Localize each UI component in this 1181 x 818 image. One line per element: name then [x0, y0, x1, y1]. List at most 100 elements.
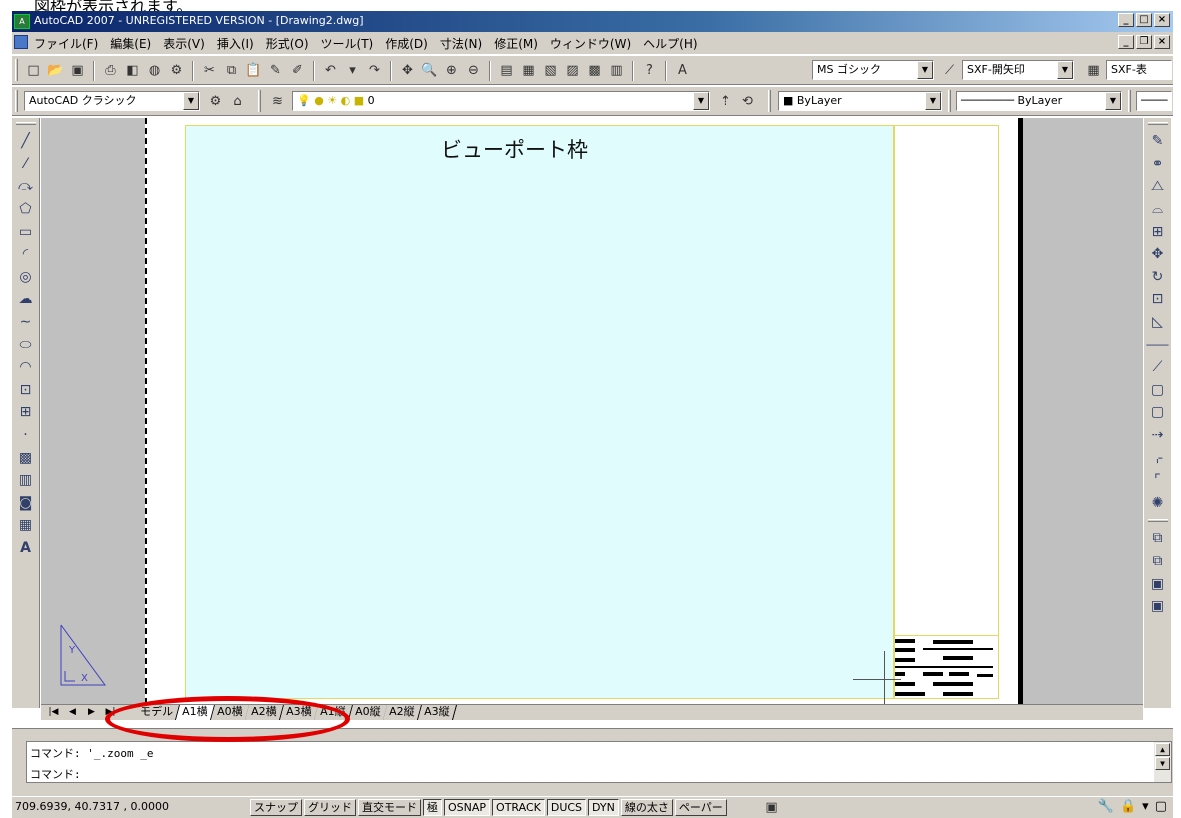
- doc-minimize-button[interactable]: _: [1118, 35, 1134, 49]
- lineweight-select[interactable]: ────: [1136, 91, 1172, 111]
- ducs-toggle[interactable]: DUCS: [546, 799, 587, 816]
- zoom-realtime-icon[interactable]: 🔍: [420, 61, 439, 80]
- construction-line-icon[interactable]: ⁄: [16, 154, 36, 175]
- save-workspace-icon[interactable]: ⌂: [228, 92, 247, 111]
- close-button[interactable]: ×: [1154, 13, 1170, 27]
- draw-order-back-icon[interactable]: ⧉: [1148, 551, 1168, 572]
- copy-icon[interactable]: ⧉: [222, 61, 241, 80]
- lineweight-toggle[interactable]: 線の太さ: [620, 799, 673, 816]
- sheet-set-icon[interactable]: ▨: [563, 61, 582, 80]
- ellipse-arc-icon[interactable]: ◠: [16, 357, 36, 378]
- table-style-icon[interactable]: ▦: [1084, 61, 1103, 80]
- plot-icon[interactable]: ⎙: [101, 61, 120, 80]
- scroll-up-icon[interactable]: ▲: [1155, 743, 1170, 756]
- dim-style-icon[interactable]: ⟋: [940, 61, 959, 80]
- paper-model-toggle[interactable]: ペーパー: [674, 799, 727, 816]
- chevron-down-icon[interactable]: ▼: [1105, 92, 1121, 110]
- menu-insert[interactable]: 挿入(I): [217, 35, 254, 52]
- dyn-toggle[interactable]: DYN: [588, 799, 619, 816]
- break-icon[interactable]: ▢: [1148, 402, 1168, 423]
- break-at-point-icon[interactable]: ▢: [1148, 380, 1168, 401]
- undo-dropdown-icon[interactable]: ▾: [343, 61, 362, 80]
- dim-style-select[interactable]: SXF-開矢印 ▼: [962, 60, 1074, 80]
- plot-preview-icon[interactable]: ◧: [123, 61, 142, 80]
- menu-file[interactable]: ファイル(F): [34, 35, 98, 52]
- array-icon[interactable]: ⊞: [1148, 221, 1168, 242]
- extend-icon[interactable]: ⟋: [1148, 357, 1168, 378]
- undo-icon[interactable]: ↶: [321, 61, 340, 80]
- coordinate-readout[interactable]: 709.6939, 40.7317 , 0.0000: [12, 800, 244, 813]
- stretch-icon[interactable]: ◺: [1148, 312, 1168, 333]
- toolbar-grip[interactable]: [15, 90, 18, 112]
- scale-icon[interactable]: ⊡: [1148, 289, 1168, 310]
- tab-a0-portrait[interactable]: A0縦: [348, 705, 388, 720]
- next-tab-icon[interactable]: ▶: [83, 706, 100, 719]
- color-select[interactable]: ■ ByLayer ▼: [778, 91, 942, 111]
- copy-object-icon[interactable]: ⚭: [1148, 154, 1168, 175]
- menu-edit[interactable]: 編集(E): [110, 35, 151, 52]
- ellipse-icon[interactable]: ⬭: [16, 334, 36, 355]
- design-center-icon[interactable]: ▦: [519, 61, 538, 80]
- table-style-select[interactable]: SXF-表: [1106, 60, 1172, 80]
- chevron-down-icon[interactable]: ▼: [1057, 61, 1073, 79]
- redo-icon[interactable]: ↷: [365, 61, 384, 80]
- menu-modify[interactable]: 修正(M): [494, 35, 538, 52]
- polygon-icon[interactable]: ⬠: [16, 199, 36, 220]
- menu-draw[interactable]: 作成(D): [385, 35, 428, 52]
- circle-icon[interactable]: ◎: [16, 267, 36, 288]
- rectangle-icon[interactable]: ▭: [16, 221, 36, 242]
- draw-order-under-icon[interactable]: ▣: [1148, 596, 1168, 617]
- make-block-icon[interactable]: ⊞: [16, 402, 36, 423]
- document-icon[interactable]: [14, 35, 28, 49]
- maximize-viewport-icon[interactable]: ▣: [762, 798, 781, 817]
- chevron-down-icon[interactable]: ▼: [917, 61, 933, 79]
- block-editor-icon[interactable]: ✐: [288, 61, 307, 80]
- clean-screen-icon[interactable]: ▢: [1155, 799, 1167, 814]
- tab-a2-portrait[interactable]: A2縦: [383, 705, 422, 720]
- cut-icon[interactable]: ✂: [200, 61, 219, 80]
- command-history[interactable]: コマンド: '_.zoom _e コマンド: ▲ ▼: [26, 741, 1172, 783]
- scroll-down-icon[interactable]: ▼: [1155, 757, 1170, 770]
- point-icon[interactable]: ·: [16, 425, 36, 446]
- paste-icon[interactable]: 📋: [244, 61, 263, 80]
- mirror-icon[interactable]: ⧍: [1148, 176, 1168, 197]
- join-icon[interactable]: ⇢: [1148, 425, 1168, 446]
- text-style-select[interactable]: MS ゴシック ▼: [812, 60, 934, 80]
- doc-close-button[interactable]: ×: [1154, 35, 1170, 49]
- new-icon[interactable]: □: [24, 61, 43, 80]
- linetype-select[interactable]: ──────── ByLayer ▼: [956, 91, 1122, 111]
- table-icon[interactable]: ▦: [16, 515, 36, 536]
- workspace-select[interactable]: AutoCAD クラシック ▼: [24, 91, 200, 111]
- snap-toggle[interactable]: スナップ: [250, 799, 302, 816]
- menu-tools[interactable]: ツール(T): [321, 35, 374, 52]
- maximize-button[interactable]: □: [1136, 13, 1152, 27]
- insert-block-icon[interactable]: ⊡: [16, 380, 36, 401]
- communication-center-icon[interactable]: 🔧: [1098, 799, 1114, 814]
- lock-icon[interactable]: 🔒: [1120, 799, 1136, 814]
- trim-icon[interactable]: ⸺: [1146, 334, 1169, 355]
- markup-icon[interactable]: ▩: [585, 61, 604, 80]
- tab-a3-portrait[interactable]: A3縦: [417, 705, 457, 720]
- match-properties-icon[interactable]: ✎: [266, 61, 285, 80]
- menu-format[interactable]: 形式(O): [266, 35, 309, 52]
- zoom-window-icon[interactable]: ⊕: [442, 61, 461, 80]
- layer-manager-icon[interactable]: ≋: [268, 92, 287, 111]
- region-icon[interactable]: ◙: [16, 493, 36, 514]
- polar-toggle[interactable]: 極: [423, 799, 442, 816]
- save-icon[interactable]: ▣: [68, 61, 87, 80]
- chevron-down-icon[interactable]: ▼: [693, 92, 709, 110]
- toolbar-grip[interactable]: [15, 122, 36, 125]
- text-style-icon[interactable]: A: [673, 61, 692, 80]
- explode-icon[interactable]: ✺: [1148, 493, 1168, 514]
- rotate-icon[interactable]: ↻: [1148, 267, 1168, 288]
- toolbar-grip[interactable]: [1147, 122, 1168, 125]
- revision-cloud-icon[interactable]: ☁: [16, 289, 36, 310]
- calculator-icon[interactable]: ▥: [607, 61, 626, 80]
- minimize-button[interactable]: _: [1118, 13, 1134, 27]
- previous-tab-icon[interactable]: ◀: [64, 706, 81, 719]
- autocad-app-icon[interactable]: A: [14, 14, 30, 29]
- chamfer-icon[interactable]: ⌌: [1148, 447, 1168, 468]
- chevron-down-icon[interactable]: ▼: [925, 92, 941, 110]
- move-icon[interactable]: ✥: [1148, 244, 1168, 265]
- erase-icon[interactable]: ✎: [1148, 131, 1168, 152]
